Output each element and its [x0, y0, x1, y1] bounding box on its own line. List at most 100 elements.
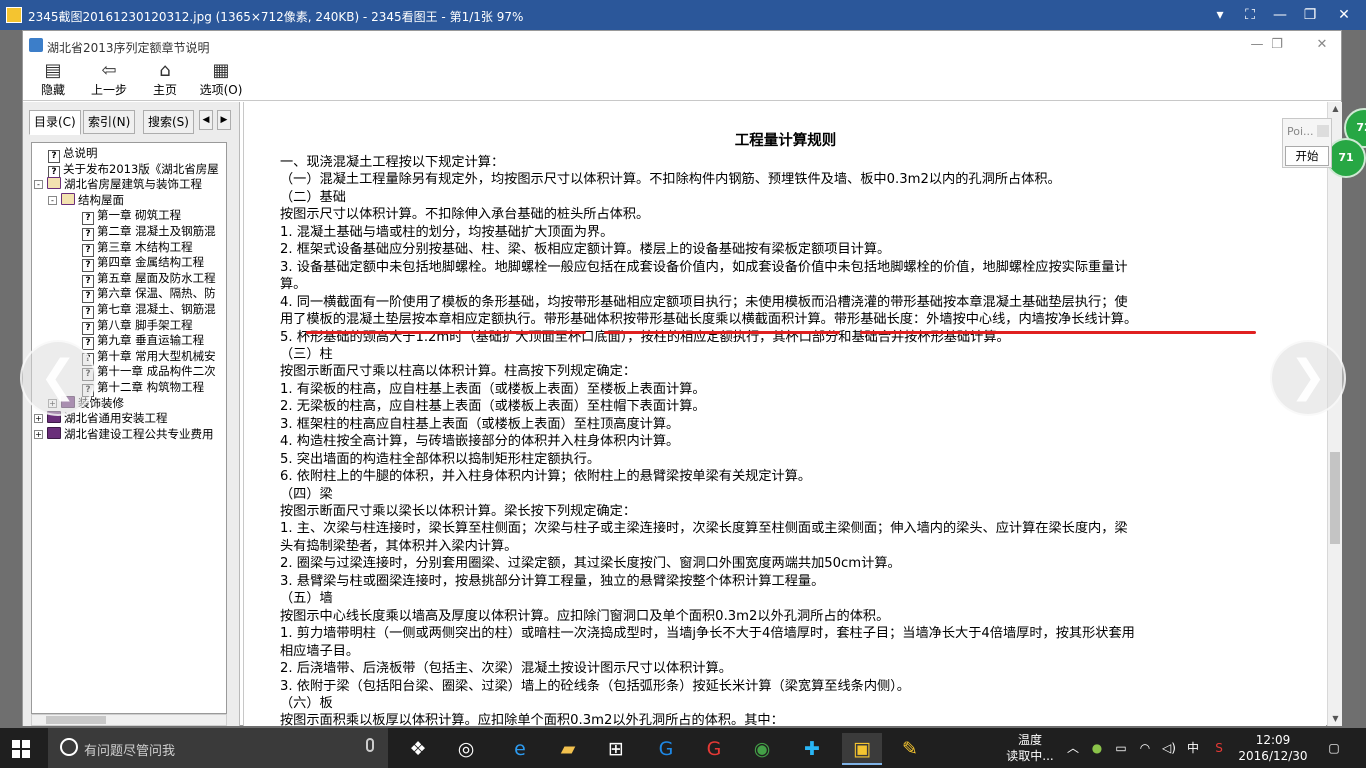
tree-item-label: 总说明: [63, 146, 98, 160]
minimize-button[interactable]: —: [1266, 5, 1294, 25]
battery-icon[interactable]: ▭: [1112, 728, 1130, 768]
file-explorer-icon[interactable]: ▰: [548, 733, 588, 765]
tree-item[interactable]: ?第十章 常用大型机械安: [82, 348, 216, 366]
tree-item[interactable]: ? 第九章 垂直运输工程: [82, 332, 205, 351]
document-line: 2. 框架式设备基础应分别按基础、柱、梁、板相应定额计算。楼层上的设备基础按有梁…: [280, 242, 891, 258]
app-green-icon[interactable]: ◉: [742, 733, 782, 765]
notes-task-icon[interactable]: ✎: [890, 733, 930, 765]
document-line: 2. 无梁板的柱高，应自柱基上表面（或楼板上表面）至柱帽下表面计算。: [280, 399, 706, 415]
close-button[interactable]: ✕: [1330, 5, 1358, 25]
collapse-icon[interactable]: -: [34, 180, 43, 190]
dropdown-icon[interactable]: ▾: [1206, 5, 1234, 25]
collapse-icon[interactable]: -: [48, 195, 57, 205]
app-plus-icon[interactable]: ✚: [792, 733, 832, 765]
document-line: 按图示尺寸以体积计算。不扣除伸入承台基础的桩头所占体积。: [280, 207, 650, 223]
badge-bottom[interactable]: 71: [1326, 138, 1366, 178]
weather-line1: 温度: [1017, 733, 1042, 747]
app-red-g-icon[interactable]: G: [694, 733, 734, 765]
task-view-icon[interactable]: ❖: [398, 733, 438, 765]
tree-horizontal-scrollbar[interactable]: [31, 714, 227, 726]
hide-button[interactable]: ▤ 隐藏: [25, 61, 81, 99]
edge-browser-icon[interactable]: e: [500, 733, 540, 765]
volume-icon[interactable]: ◁): [1160, 728, 1178, 768]
document-line: 1. 混凝土基础与墙或柱的划分，均按基础扩大顶面为界。: [280, 224, 614, 240]
help-restore-button[interactable]: ❐: [1263, 35, 1291, 55]
windows-start-icon[interactable]: [12, 740, 30, 758]
tree-item-label: 湖北省房屋建筑与装饰工程: [64, 177, 202, 192]
ime-indicator[interactable]: 中: [1184, 728, 1202, 768]
document-line: 头有捣制梁垫者，其体积并入梁内计算。: [280, 538, 518, 554]
scroll-up-icon[interactable]: ▲: [1328, 102, 1343, 116]
taskbar: 有问题尽管问我 ❖ ◎ e ▰ ⊞ G G ◉ ✚ ▣ ✎ 温度 读取中... …: [0, 728, 1366, 768]
document-line: 按图示断面尺寸乘以柱高以体积计算。柱高按下列规定确定：: [280, 364, 637, 380]
tree-item[interactable]: ? 第三章 木结构工程: [82, 239, 193, 257]
tree-item[interactable]: ?第十一章 成品构件二次: [82, 363, 216, 382]
tree-item[interactable]: ? 第四章 金属结构工程: [82, 254, 204, 273]
taskbar-search-box[interactable]: 有问题尽管问我: [48, 728, 388, 768]
document-scroll-thumb[interactable]: [1330, 452, 1340, 544]
document-line: 5. 突出墙面的构造柱全部体积以捣制矩形柱定额执行。: [280, 451, 601, 467]
microphone-icon[interactable]: [366, 738, 374, 752]
document-line: 按图示中心线长度乘以墙高及厚度以体积计算。应扣除门窗洞口及单个面积0.3m2以外…: [280, 608, 890, 624]
tree-item[interactable]: ? 关于发布2013版《湖北省房屋: [48, 161, 219, 179]
start-button[interactable]: 开始: [1285, 146, 1329, 166]
tree-item[interactable]: ?第十二章 构筑物工程: [82, 379, 204, 397]
tray-expand-icon[interactable]: ︿: [1064, 728, 1082, 768]
tree-item[interactable]: ? 第八章 脚手架工程: [82, 317, 193, 335]
document-line: 2. 圈梁与过梁连接时，分别套用圈梁、过梁定额，其过梁长度按门、窗洞口外围宽度两…: [280, 556, 901, 572]
back-button[interactable]: ⇦ 上一步: [81, 61, 137, 99]
browser-swirl-icon[interactable]: ◎: [446, 733, 486, 765]
closed-book-icon: [47, 426, 61, 439]
tree-item[interactable]: ? 第一章 砌筑工程: [82, 207, 181, 226]
tray-app-icon[interactable]: ●: [1088, 728, 1106, 768]
document-line: 一、现浇混凝土工程按以下规定计算：: [280, 155, 505, 170]
store-icon[interactable]: ⊞: [596, 733, 636, 765]
tree-item[interactable]: ? 第六章 保温、隔热、防: [82, 285, 216, 304]
tree-item[interactable]: ? 第五章 屋面及防水工程: [82, 270, 216, 288]
home-button[interactable]: ⌂ 主页: [137, 61, 193, 99]
tree-item-label: 第七章 混凝土、钢筋混: [97, 302, 216, 316]
options-label: 选项(O): [199, 83, 243, 97]
tree-scroll-thumb[interactable]: [46, 716, 106, 724]
expand-icon[interactable]: +: [34, 429, 43, 439]
weather-widget[interactable]: 温度 读取中...: [1000, 732, 1060, 764]
app-g-icon[interactable]: G: [646, 733, 686, 765]
next-image-button[interactable]: ❯: [1270, 340, 1346, 416]
tab-scroll-right-icon[interactable]: ▶: [217, 110, 231, 130]
poi-widget: Poi... 开始: [1282, 118, 1332, 168]
tree-item-label: 第九章 垂直运输工程: [97, 333, 205, 348]
tree-item[interactable]: + 湖北省建设工程公共专业费用: [34, 426, 214, 442]
tree-item[interactable]: ? 第二章 混凝土及钢筋混: [82, 223, 216, 241]
document-line: 用了模板的混凝土垫层按本章相应定额执行。带形基础体积按带形基础长度乘以横截面积计…: [280, 312, 1138, 328]
expand-icon[interactable]: +: [34, 414, 43, 424]
scroll-down-icon[interactable]: ▼: [1328, 712, 1343, 726]
poi-close-icon[interactable]: [1317, 125, 1329, 137]
restore-button[interactable]: ❐: [1296, 5, 1324, 25]
help-close-button[interactable]: ✕: [1308, 35, 1336, 55]
document-vertical-scrollbar[interactable]: ▲ ▼: [1327, 102, 1342, 726]
tab-contents[interactable]: 目录(C): [29, 110, 81, 135]
document-line: （三）柱: [280, 346, 333, 362]
back-arrow-icon: ⇦: [101, 60, 117, 81]
document-line: 1. 剪力墙带明柱（一侧或两侧突出的柱）或暗柱一次浇捣成型时，当墙j争长不大于4…: [280, 626, 1135, 642]
tree-item[interactable]: ? 总说明: [48, 145, 98, 163]
clock[interactable]: 12:09 2016/12/30: [1238, 732, 1308, 764]
back-label: 上一步: [90, 83, 127, 97]
open-book-icon: [61, 192, 75, 205]
wifi-icon[interactable]: ◠: [1136, 728, 1154, 768]
options-button[interactable]: ▦ 选项(O): [193, 61, 249, 99]
tab-scroll-left-icon[interactable]: ◀: [199, 110, 213, 130]
notifications-icon[interactable]: ▢: [1322, 728, 1346, 768]
tree-item-label: 第六章 保温、隔热、防: [97, 286, 216, 301]
tab-search[interactable]: 搜索(S): [143, 110, 194, 134]
fullscreen-icon[interactable]: ⛶: [1236, 5, 1264, 25]
previous-image-button[interactable]: ❮: [20, 340, 96, 416]
tree-item[interactable]: ? 第七章 混凝土、钢筋混: [82, 301, 216, 319]
tree-item[interactable]: - 湖北省房屋建筑与装饰工程: [34, 176, 202, 192]
document-line: （一）混凝土工程量除另有规定外，均按图示尺寸以体积计算。不扣除构件内钢筋、预埋铁…: [280, 172, 1061, 188]
sogou-ime-icon[interactable]: S: [1210, 728, 1228, 768]
hide-icon: ▤: [44, 60, 62, 81]
tree-item[interactable]: - 结构屋面: [48, 192, 124, 208]
tab-index[interactable]: 索引(N): [83, 110, 136, 134]
image-viewer-task-icon[interactable]: ▣: [842, 733, 882, 765]
